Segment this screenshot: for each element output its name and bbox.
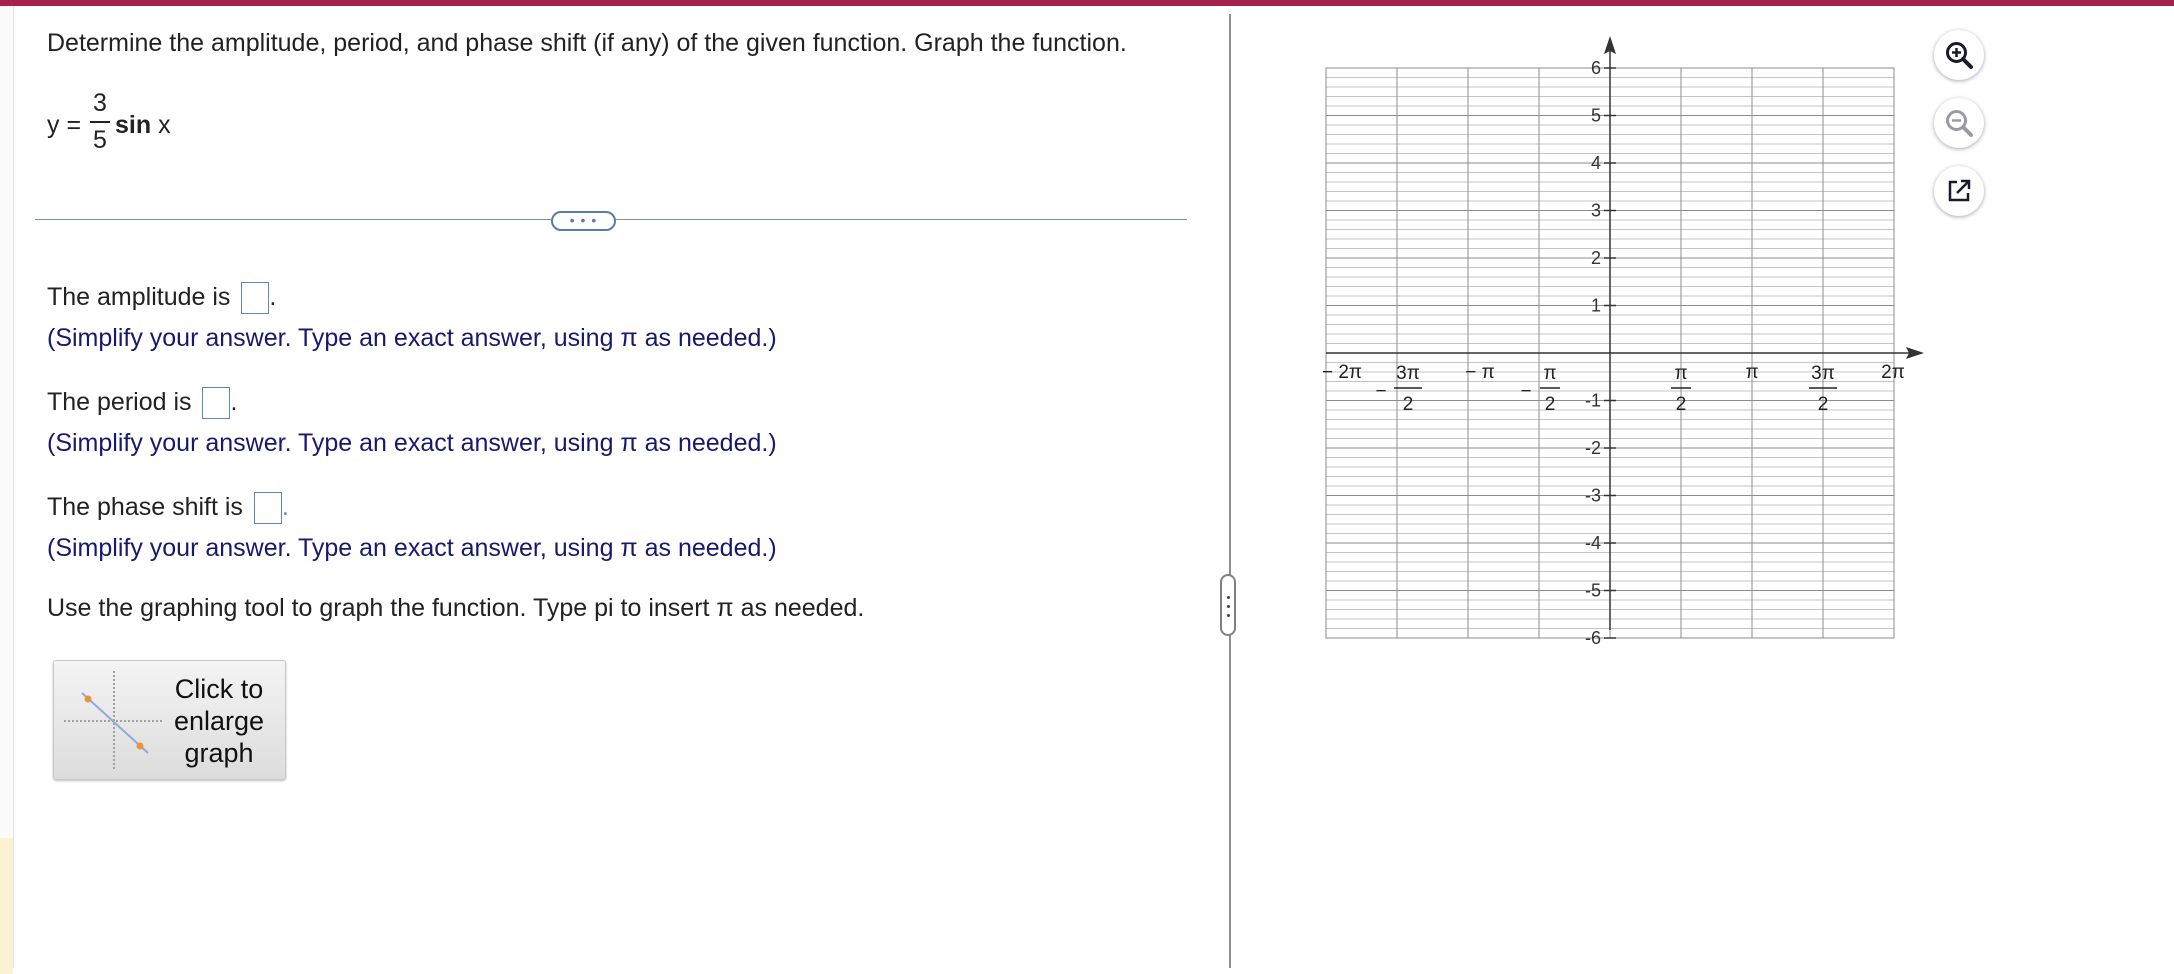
question-title: Determine the amplitude, period, and pha… bbox=[47, 29, 1127, 57]
equation-variable: x bbox=[158, 111, 171, 139]
amplitude-row: The amplitude is . bbox=[47, 282, 277, 315]
amplitude-answer-input[interactable] bbox=[241, 282, 270, 315]
x-label-neg-pi-2-num: π bbox=[1543, 363, 1556, 384]
y-tick-label: -3 bbox=[1585, 486, 1601, 506]
y-tick-label: -4 bbox=[1585, 533, 1601, 553]
period-hint: (Simplify your answer. Type an exact ans… bbox=[47, 429, 777, 457]
y-tick-label: 6 bbox=[1591, 58, 1601, 78]
left-edge-panel bbox=[0, 6, 14, 974]
period-period-mark: . bbox=[230, 388, 238, 416]
equation-lhs: y = bbox=[47, 111, 82, 139]
y-tick-label: -2 bbox=[1585, 438, 1601, 458]
zoom-in-button[interactable] bbox=[1934, 30, 1984, 80]
period-prompt: The period is bbox=[47, 388, 192, 416]
equation-function: sin x bbox=[115, 111, 171, 140]
top-accent-bar bbox=[0, 0, 2174, 6]
equation-func-name: sin bbox=[115, 111, 152, 139]
x-label-3pi-2-num: 3π bbox=[1811, 363, 1835, 384]
left-edge-marker bbox=[0, 838, 13, 974]
period-answer-input[interactable] bbox=[202, 387, 231, 420]
popout-button[interactable] bbox=[1934, 166, 1984, 216]
phase-shift-period-mark: . bbox=[281, 493, 289, 521]
x-label-neg-pi: − π bbox=[1465, 362, 1494, 383]
x-label-neg-3pi-2-minus: − bbox=[1375, 381, 1386, 402]
y-tick-label: 2 bbox=[1591, 248, 1601, 268]
mini-graph-icon bbox=[64, 671, 164, 771]
x-label-neg-3pi-2-den: 2 bbox=[1403, 394, 1414, 415]
x-label-pi-2-num: π bbox=[1674, 363, 1687, 384]
splitter-handle[interactable] bbox=[1220, 574, 1236, 636]
y-tick-label: 5 bbox=[1591, 106, 1601, 126]
x-label-neg-pi-2-minus: − bbox=[1520, 381, 1531, 402]
phase-shift-hint: (Simplify your answer. Type an exact ans… bbox=[47, 534, 777, 562]
amplitude-period-mark: . bbox=[269, 283, 277, 311]
period-row: The period is . bbox=[47, 387, 238, 420]
x-label-neg-pi-2-den: 2 bbox=[1545, 394, 1556, 415]
x-label-two-pi: 2π bbox=[1881, 362, 1905, 383]
phase-shift-answer-input[interactable] bbox=[253, 492, 282, 525]
y-tick-label: -5 bbox=[1585, 581, 1601, 601]
fraction-numerator: 3 bbox=[93, 89, 107, 117]
enlarge-graph-button[interactable]: Click to enlarge graph bbox=[53, 660, 286, 780]
amplitude-prompt: The amplitude is bbox=[47, 283, 231, 311]
x-label-neg-3pi-2-num: 3π bbox=[1396, 363, 1420, 384]
x-label-pi: π bbox=[1745, 362, 1758, 383]
y-tick-label: 4 bbox=[1591, 153, 1601, 173]
coordinate-graph[interactable]: 6 5 4 3 2 1 -1 -2 -3 -4 -5 -6 − 2π − 3π 2 − π − π 2… bbox=[1300, 30, 1940, 650]
graphing-instruction: Use the graphing tool to graph the funct… bbox=[47, 594, 865, 622]
external-link-icon bbox=[1948, 179, 1971, 202]
equation-fraction: 3 5 bbox=[90, 88, 110, 155]
y-tick-label: -6 bbox=[1585, 628, 1601, 648]
fraction-denominator: 5 bbox=[93, 126, 107, 154]
y-tick-label: -1 bbox=[1585, 391, 1601, 411]
expand-toggle-button[interactable]: • • • bbox=[551, 211, 616, 231]
fraction-bar bbox=[90, 121, 110, 123]
x-label-neg-two-pi: − 2π bbox=[1322, 362, 1362, 383]
enlarge-graph-label: Click to enlarge graph bbox=[173, 674, 265, 768]
zoom-out-icon bbox=[1946, 110, 1973, 137]
zoom-in-icon bbox=[1946, 42, 1973, 69]
x-label-pi-2-den: 2 bbox=[1676, 394, 1687, 415]
y-tick-label: 1 bbox=[1591, 296, 1601, 316]
amplitude-hint: (Simplify your answer. Type an exact ans… bbox=[47, 324, 777, 352]
phase-shift-prompt: The phase shift is bbox=[47, 493, 243, 521]
panel-splitter bbox=[1229, 14, 1231, 968]
zoom-out-button[interactable] bbox=[1934, 98, 1984, 148]
x-label-3pi-2-den: 2 bbox=[1818, 394, 1829, 415]
phase-shift-row: The phase shift is . bbox=[47, 492, 289, 525]
y-tick-label: 3 bbox=[1591, 201, 1601, 221]
